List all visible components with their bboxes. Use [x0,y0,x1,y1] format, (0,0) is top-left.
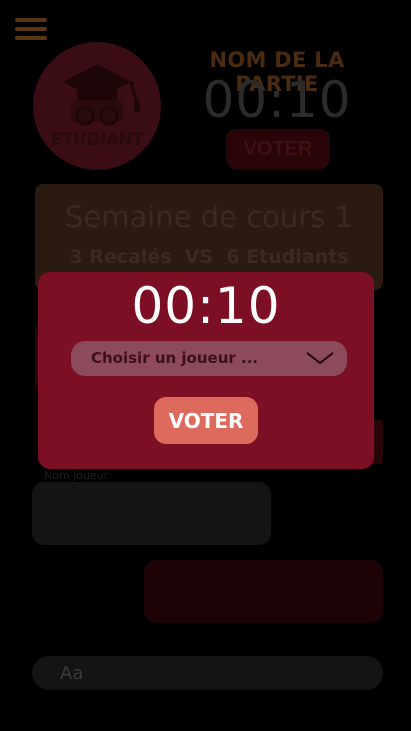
vote-timer: 00:10 [131,277,281,335]
menu-button[interactable] [15,18,47,42]
player-message-bubble [32,482,271,545]
header-timer: 00:10 [202,71,352,129]
logo-text: ETUDIANT [50,130,144,150]
vote-dialog: 00:10 Choisir un joueur ... VOTER [38,272,374,469]
player-name-label: Nom joueur [44,469,109,482]
graduation-cap-glasses-icon [63,64,140,126]
player-select-label: Choisir un joueur ... [91,349,259,367]
hamburger-menu-icon [15,18,47,22]
header-vote-button[interactable]: VOTER [226,129,330,169]
player-select[interactable]: Choisir un joueur ... [71,341,347,376]
student-logo: ETUDIANT [33,42,161,170]
week-title: Semaine de cours 1 [64,200,353,234]
own-message-bubble [144,560,383,623]
chat-input[interactable] [32,656,383,690]
chevron-down-icon [306,352,334,365]
vote-button[interactable]: VOTER [154,397,258,444]
matchup-text: 3 Recalés VS 6 Etudiants [69,246,349,268]
